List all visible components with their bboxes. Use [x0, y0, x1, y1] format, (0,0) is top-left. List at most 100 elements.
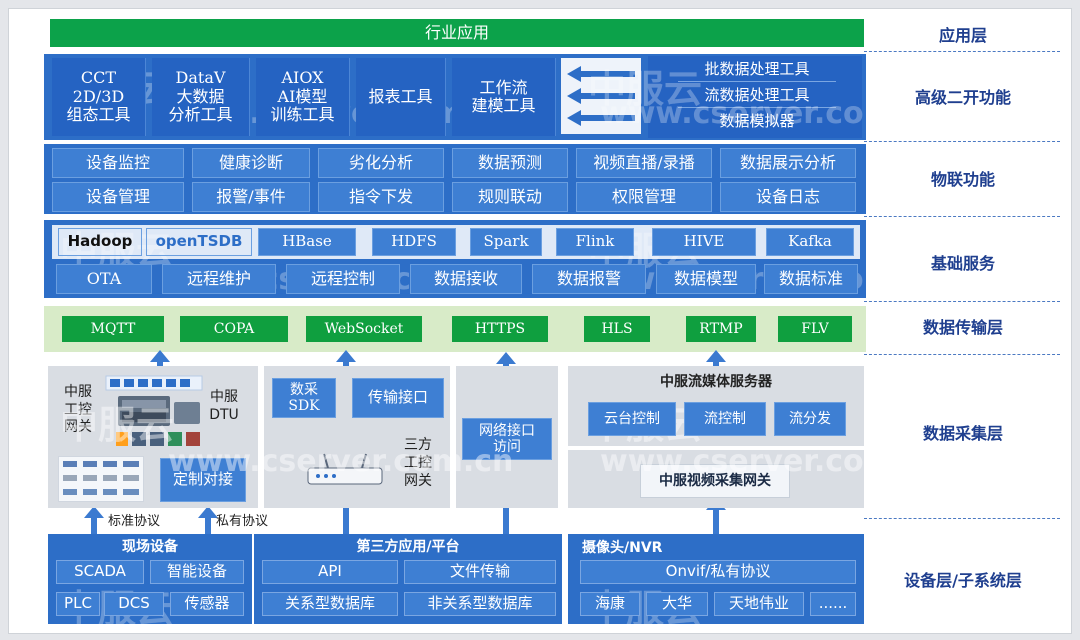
third-party-title: 第三方应用/平台	[356, 538, 460, 555]
advanced-tool-line: 组态工具	[66, 105, 131, 125]
protocol-badge: MQTT	[62, 316, 164, 342]
device-item: SCADA	[56, 560, 144, 584]
base-service: HIVE	[652, 228, 756, 256]
device-item: 大华	[646, 592, 708, 616]
net-iface-box: 网络接口 访问	[462, 418, 552, 460]
device-item: 天地伟业	[714, 592, 804, 616]
advanced-tool-line: AI模型	[277, 86, 328, 106]
private-protocol-label: 私有协议	[216, 514, 269, 529]
advanced-tool: CCT 2D/3D 组态工具	[52, 58, 146, 136]
iot-function: 设备日志	[720, 182, 856, 212]
iot-function: 设备监控	[52, 148, 184, 178]
base-service: Kafka	[766, 228, 854, 256]
camera-title: 摄像头/NVR	[582, 540, 663, 556]
net-iface-line: 访问	[493, 439, 521, 455]
advanced-tool-line: 大数据	[176, 86, 225, 106]
architecture-diagram: 应用层 高级二开功能 物联功能 基础服务 数据传输层 数据采集层 设备层/子系统…	[0, 0, 1080, 640]
gateway-device-image	[104, 374, 204, 450]
base-service: openTSDB	[146, 228, 252, 256]
advanced-tool-line: 建模工具	[471, 96, 536, 115]
dtu-label-line: DTU	[209, 407, 239, 424]
device-item: 智能设备	[150, 560, 244, 584]
device-item: 非关系型数据库	[404, 592, 556, 616]
base-service: Flink	[556, 228, 634, 256]
iot-function: 视频直播/录播	[576, 148, 712, 178]
media-item: 云台控制	[588, 402, 676, 436]
third-gateway-line: 网关	[404, 473, 432, 490]
device-item: Onvif/私有协议	[580, 560, 856, 584]
device-item: 海康	[580, 592, 640, 616]
sdk-line: SDK	[288, 398, 320, 414]
third-gateway-line: 三方	[404, 437, 432, 453]
device-item: API	[262, 560, 398, 584]
advanced-tool-line: 2D/3D	[72, 86, 125, 106]
base-service: Spark	[470, 228, 542, 256]
router-image	[304, 452, 386, 490]
device-item: 关系型数据库	[262, 592, 398, 616]
advanced-tool: 工作流 建模工具	[452, 58, 556, 136]
gateway-label: 中服 工控 网关	[56, 384, 100, 442]
base-service: 数据标准	[764, 264, 858, 294]
base-service: HDFS	[372, 228, 456, 256]
base-service: Hadoop	[58, 228, 142, 256]
advanced-tool-line: 训练工具	[270, 105, 335, 125]
protocol-badge: HLS	[584, 316, 650, 342]
gateway-label-line: 网关	[64, 419, 92, 435]
base-service: 数据报警	[532, 264, 646, 294]
up-arrow	[336, 350, 356, 366]
dtu-label-line: 中服	[210, 389, 238, 405]
protocol-badge: HTTPS	[452, 316, 548, 342]
up-arrow	[706, 350, 726, 366]
device-item: 传感器	[170, 592, 244, 616]
advanced-tool-line: 分析工具	[168, 105, 233, 125]
third-gateway-label: 三方 工控 网关	[398, 436, 438, 496]
router-icon	[307, 453, 383, 485]
custom-dock-box: 定制对接	[160, 458, 246, 502]
advanced-tool-line: AIOX	[281, 68, 324, 88]
media-server-title: 中服流媒体服务器	[660, 373, 772, 390]
base-service: 远程控制	[286, 264, 400, 294]
protocol-badge: WebSocket	[306, 316, 422, 342]
iot-function: 报警/事件	[192, 182, 310, 212]
third-gateway-line: 工控	[404, 455, 432, 472]
media-item: 流控制	[684, 402, 766, 436]
video-gateway-box: 中服视频采集网关	[640, 464, 790, 498]
up-arrow	[198, 506, 218, 534]
protocol-badge: COPA	[180, 316, 288, 342]
iot-function: 劣化分析	[318, 148, 444, 178]
iot-function: 健康诊断	[192, 148, 310, 178]
iot-function: 规则联动	[452, 182, 568, 212]
logo-wall-image	[58, 456, 144, 502]
iot-function: 指令下发	[318, 182, 444, 212]
advanced-tool: DataV 大数据 分析工具	[152, 58, 250, 136]
device-item: PLC	[56, 592, 100, 616]
base-service: 数据模型	[656, 264, 756, 294]
up-arrow	[84, 506, 104, 534]
gateway-device-icon	[105, 375, 203, 446]
iot-function: 设备管理	[52, 182, 184, 212]
iot-function: 数据展示分析	[720, 148, 856, 178]
sdk-box: 数采 SDK	[272, 378, 336, 418]
transfer-iface-box: 传输接口	[352, 378, 444, 418]
advanced-tool: 报表工具	[356, 58, 446, 136]
net-iface-line: 网络接口	[479, 422, 535, 439]
device-item: 文件传输	[404, 560, 556, 584]
device-item: ......	[810, 592, 856, 616]
protocol-badge: RTMP	[686, 316, 756, 342]
protocol-badge: FLV	[778, 316, 852, 342]
base-service: OTA	[56, 264, 152, 294]
sdk-line: 数采	[290, 381, 318, 398]
iot-function: 权限管理	[576, 182, 712, 212]
gateway-label-line: 工控	[64, 401, 92, 418]
advanced-tool: AIOX AI模型 训练工具	[256, 58, 350, 136]
media-item: 流分发	[774, 402, 846, 436]
brand-logos-icon	[63, 461, 139, 495]
advanced-tool-line: CCT	[80, 68, 117, 88]
base-service: 数据接收	[410, 264, 522, 294]
device-item: DCS	[104, 592, 164, 616]
advanced-tool-line: 报表工具	[368, 86, 433, 106]
field-device-title: 现场设备	[122, 538, 178, 555]
base-service: 远程维护	[162, 264, 276, 294]
advanced-tool-line: DataV	[175, 68, 226, 88]
base-service: HBase	[258, 228, 356, 256]
